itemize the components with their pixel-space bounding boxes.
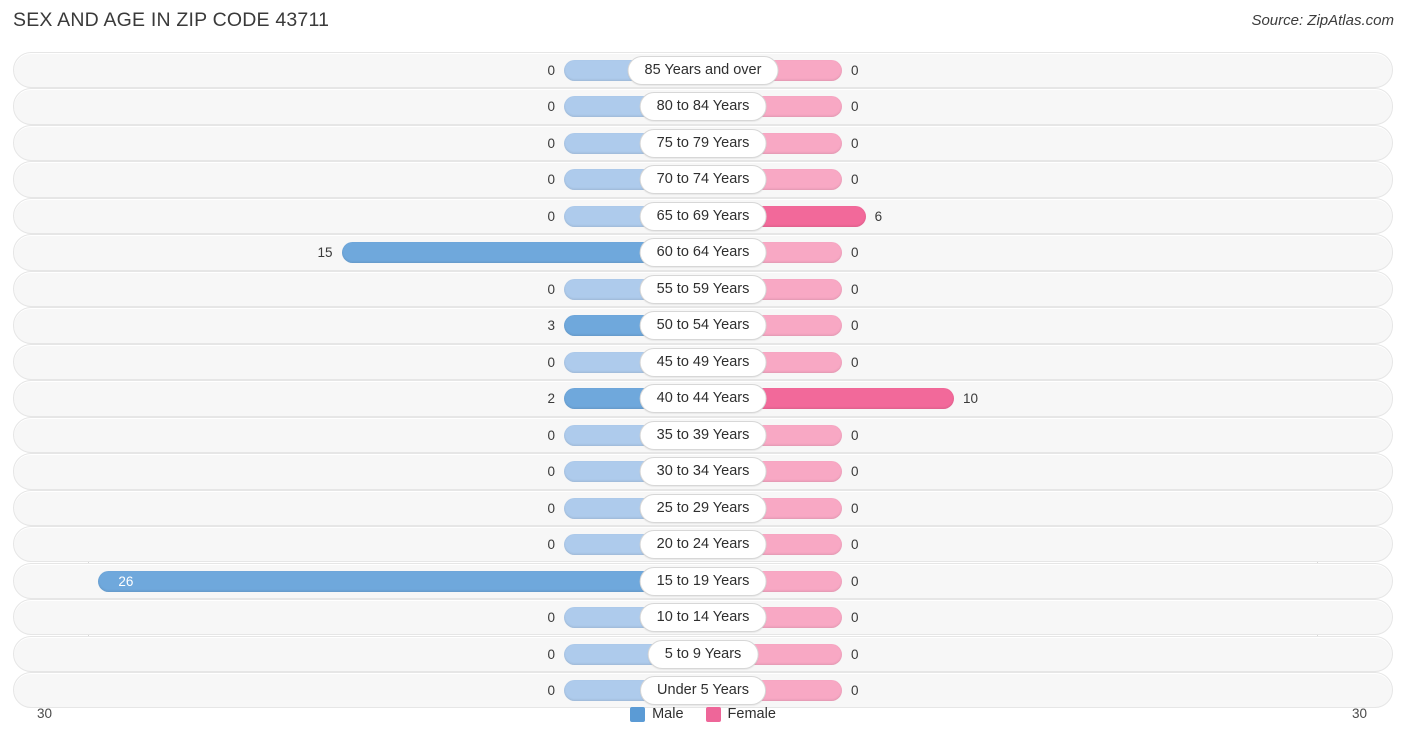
chart-row: 0 0 5 to 9 Years [13,635,1393,672]
value-label-female: 0 [851,646,859,662]
value-label-male: 2 [547,391,555,407]
legend-label-male: Male [652,706,684,722]
value-label-female: 0 [851,245,859,261]
bar-male[interactable] [98,570,703,592]
value-label-female: 6 [874,208,883,224]
female-color-swatch [705,706,721,722]
age-group-label: 30 to 34 Years [639,457,767,487]
chart-row: 0 0 Under 5 Years [13,672,1393,709]
chart-rows: 0 0 85 Years and over 0 0 80 to 84 Years 0 0 75 … [13,52,1393,709]
chart-row: 0 0 25 to 29 Years [13,489,1393,526]
age-group-label: 15 to 19 Years [639,566,767,596]
chart-row: 0 0 45 to 49 Years [13,343,1393,381]
pyramid-chart-plot: 0 0 85 Years and over 0 0 80 to 84 Years 0 0 75 … [0,44,1406,709]
age-group-label: 55 to 59 Years [639,274,767,304]
value-label-male: 3 [547,318,555,334]
age-group-label: 35 to 39 Years [639,420,767,450]
value-label-male: 0 [547,537,555,553]
chart-row: 2 10 40 to 44 Years [13,380,1393,417]
value-label-male: 26 [118,573,134,589]
value-label-female: 0 [851,63,859,78]
value-label-male: 0 [547,63,555,78]
value-label-female: 0 [851,281,859,297]
chart-row: 0 6 65 to 69 Years [13,197,1393,235]
age-group-label: 80 to 84 Years [639,92,767,122]
value-label-female: 0 [851,427,859,443]
age-group-label: 85 Years and over [627,56,779,85]
value-label-male: 0 [547,683,555,699]
value-label-male: 0 [547,172,555,188]
chart-row: 0 0 75 to 79 Years [13,124,1393,162]
value-label-male: 0 [547,281,555,297]
age-group-label: 60 to 64 Years [639,238,767,268]
male-color-swatch [630,706,646,722]
value-label-male: 0 [547,135,555,151]
chart-row: 0 0 55 to 59 Years [13,270,1393,308]
chart-row: 0 0 80 to 84 Years [13,88,1393,125]
value-label-male: 0 [547,427,555,443]
chart-row: 26 0 15 to 19 Years [13,562,1393,599]
value-label-male: 0 [547,208,555,224]
chart-legend: Male Female [0,706,1406,722]
page-title: SEX AND AGE IN ZIP CODE 43711 [13,9,330,31]
age-group-label: 5 to 9 Years [647,639,759,669]
value-label-male: 0 [547,354,555,370]
age-group-label: 65 to 69 Years [639,201,767,231]
value-label-female: 0 [851,464,859,480]
value-label-female: 0 [851,610,859,626]
age-group-label: 45 to 49 Years [639,347,767,377]
value-label-female: 0 [851,537,859,553]
value-label-female: 0 [851,683,859,699]
value-label-female: 0 [851,99,859,115]
value-label-male: 0 [547,610,555,626]
age-group-label: 40 to 44 Years [639,384,767,414]
chart-row: 0 0 30 to 34 Years [13,453,1393,490]
value-label-female: 10 [963,391,979,407]
chart-row: 0 0 35 to 39 Years [13,416,1393,454]
source-attribution: Source: ZipAtlas.com [1251,12,1394,29]
legend-item-female[interactable]: Female [705,706,776,722]
age-group-label: 20 to 24 Years [639,530,767,560]
chart-row: 3 0 50 to 54 Years [13,307,1393,344]
age-group-label: Under 5 Years [640,676,766,706]
chart-header: SEX AND AGE IN ZIP CODE 43711 Source: Zi… [0,0,1406,44]
age-group-label: 70 to 74 Years [639,165,767,195]
value-label-male: 0 [547,464,555,480]
age-group-label: 10 to 14 Years [639,603,767,633]
legend-item-male[interactable]: Male [630,706,684,722]
value-label-female: 0 [851,500,859,516]
value-label-male: 0 [547,646,555,662]
legend-label-female: Female [727,706,776,722]
chart-row: 0 0 70 to 74 Years [13,161,1393,198]
value-label-male: 0 [547,99,555,115]
chart-row: 0 0 20 to 24 Years [13,526,1393,563]
value-label-female: 0 [851,135,859,151]
value-label-female: 0 [851,318,859,334]
age-group-label: 75 to 79 Years [639,128,767,158]
value-label-female: 0 [851,573,859,589]
value-label-female: 0 [851,354,859,370]
value-label-male: 15 [317,245,333,261]
chart-row: 0 0 85 Years and over [13,52,1393,89]
chart-row: 0 0 10 to 14 Years [13,599,1393,636]
chart-row: 15 0 60 to 64 Years [13,234,1393,271]
age-group-label: 50 to 54 Years [639,311,767,341]
value-label-male: 0 [547,500,555,516]
age-group-label: 25 to 29 Years [639,493,767,523]
value-label-female: 0 [851,172,859,188]
